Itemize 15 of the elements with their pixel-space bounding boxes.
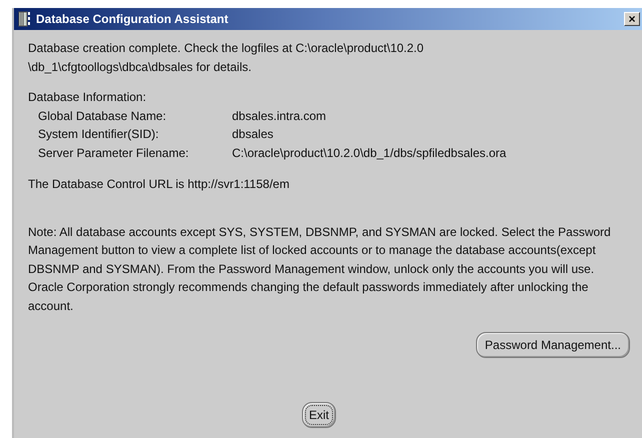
- note-paragraph: Note: All database accounts except SYS, SYSTEM, DBSNMP, and SYSMAN are locked. Select the Password Management button to view a complete list of locked accounts or to manage the database accounts(except DBSNMP and SYSMAN). From the Password Management window, unlock only the accounts you will use. Oracle Corporation strongly recommends changing the default passwords immediately after unlocking the account.: [28, 224, 612, 314]
- info-value: C:\oracle\product\10.2.0\db_1/dbs/spfiledbsales.ora: [232, 144, 508, 162]
- control-url-text: The Database Control URL is http://svr1:1158/em: [28, 176, 290, 193]
- info-label: Server Parameter Filename:: [38, 144, 190, 162]
- info-value: dbsales.intra.com: [232, 108, 328, 124]
- database-icon: [17, 11, 33, 27]
- window-title: Database Configuration Assistant: [36, 11, 228, 28]
- info-label: System Identifier(SID):: [38, 126, 160, 143]
- exit-button[interactable]: Exit: [302, 402, 336, 428]
- info-value: dbsales: [232, 126, 274, 143]
- password-management-button[interactable]: Password Management...: [476, 332, 630, 358]
- completion-message: Database creation complete. Check the logfiles at C:\oracle\product\10.2.0 \db_1\cfgtoollogs\dbca\dbsales for details.: [28, 40, 425, 76]
- info-heading: Database Information:: [28, 89, 148, 106]
- close-button[interactable]: ×: [624, 12, 640, 26]
- info-label: Global Database Name:: [38, 108, 168, 124]
